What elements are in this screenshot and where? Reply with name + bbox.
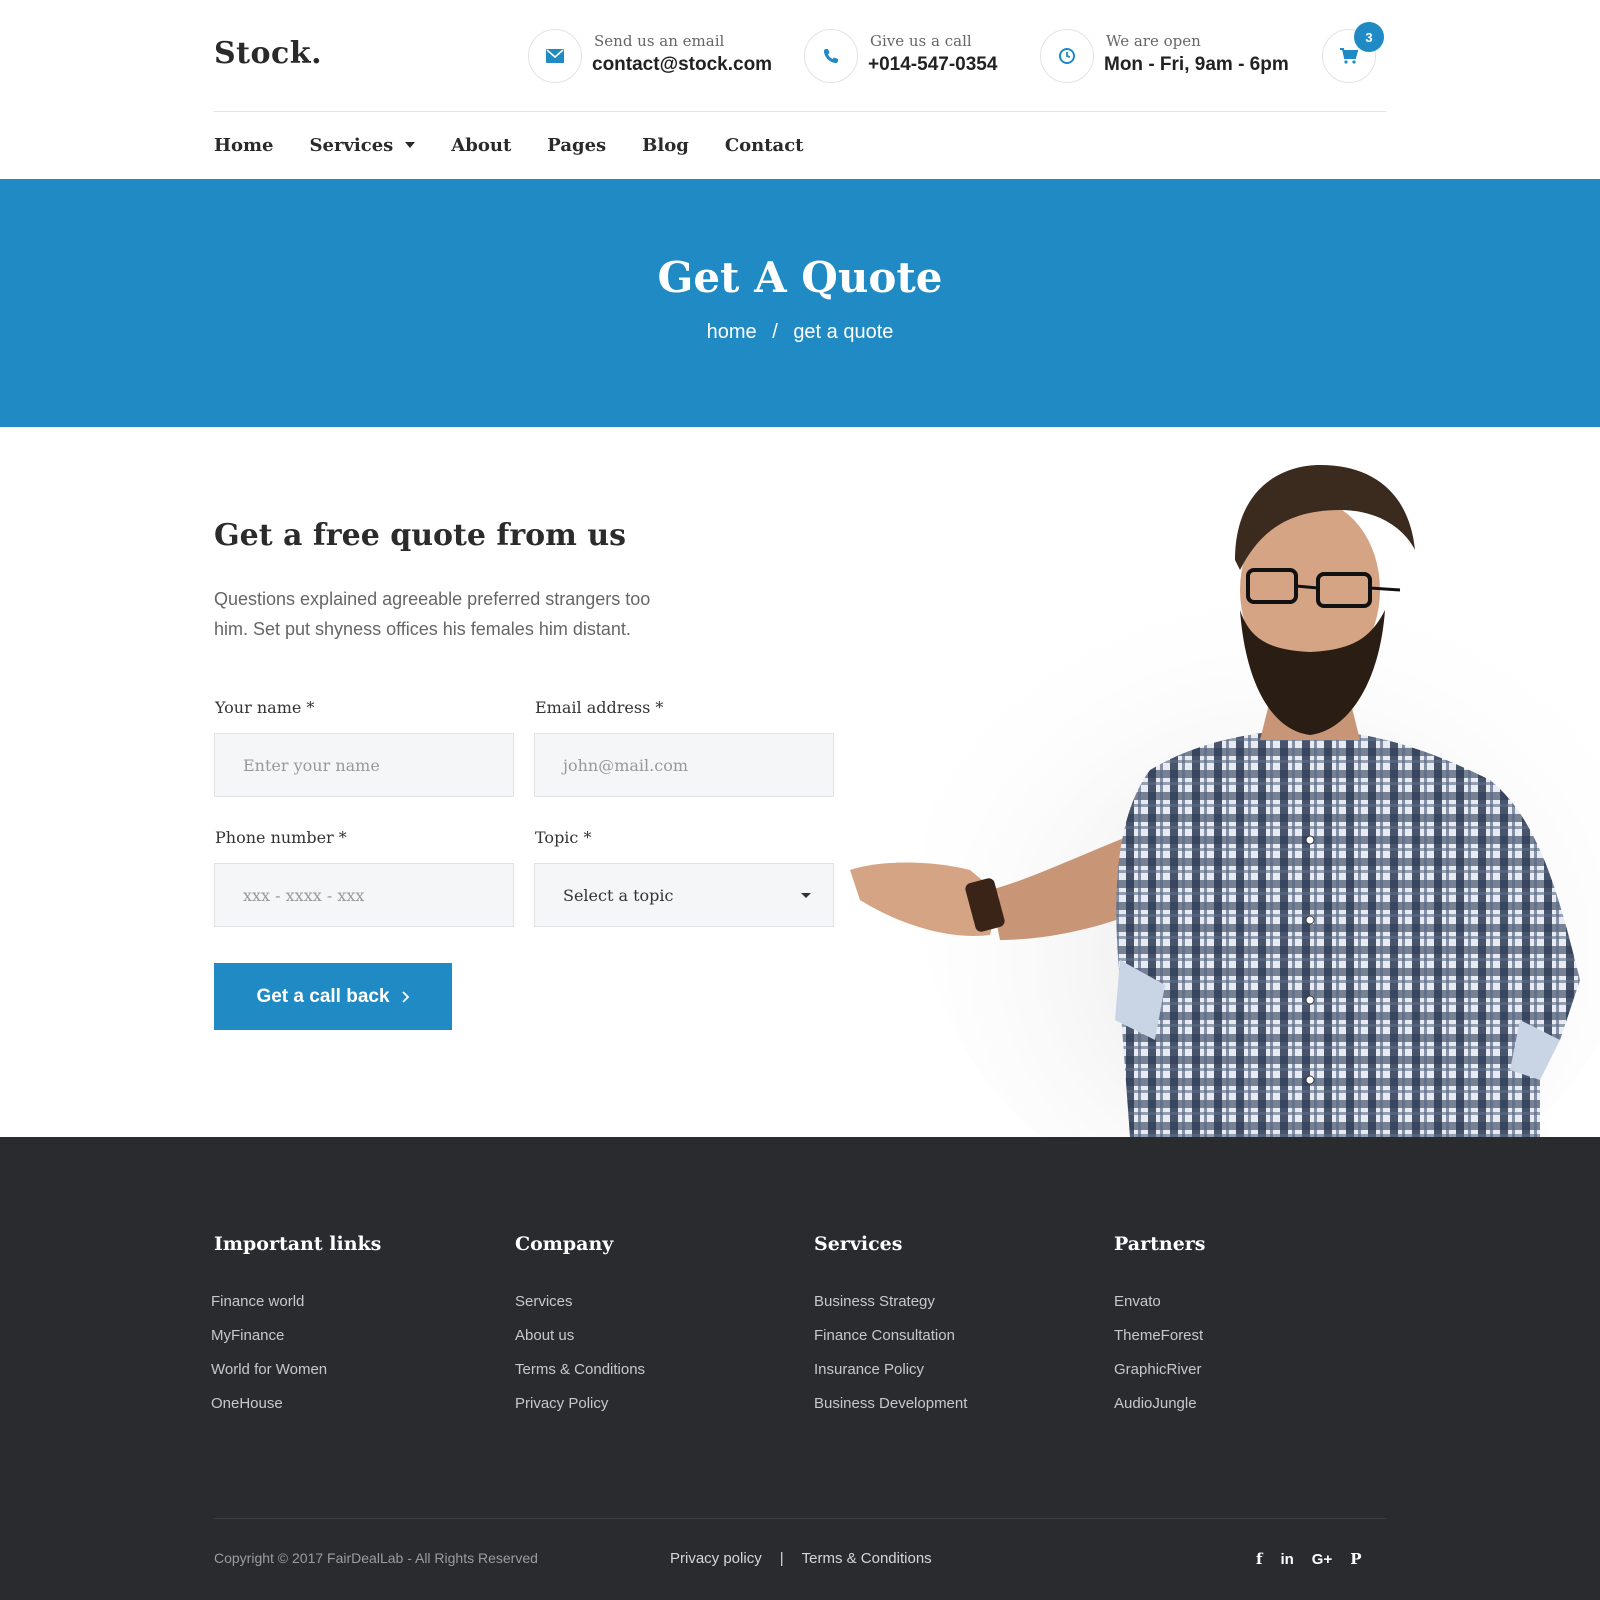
footer-link[interactable]: About us <box>515 1327 645 1345</box>
person-illustration <box>840 440 1600 1137</box>
main-nav: Home Services About Pages Blog Contact <box>214 130 839 160</box>
form-heading: Get a free quote from us <box>214 518 627 553</box>
footer-link[interactable]: GraphicRiver <box>1114 1361 1205 1379</box>
nav-blog[interactable]: Blog <box>642 130 689 160</box>
chevron-down-icon <box>801 892 811 898</box>
footer-column-important-links: Important links Finance world MyFinance … <box>211 1233 382 1429</box>
email-value[interactable]: contact@stock.com <box>592 54 772 76</box>
footer-divider <box>214 1518 1386 1519</box>
email-label: Send us an email <box>594 32 725 50</box>
phone-label: Phone number * <box>215 828 347 847</box>
get-call-back-label: Get a call back <box>256 985 390 1007</box>
phone-value[interactable]: +014-547-0354 <box>868 54 997 76</box>
footer-link[interactable]: Business Strategy <box>814 1293 967 1311</box>
breadcrumb-current: get a quote <box>793 321 894 343</box>
pinterest-icon[interactable]: P <box>1350 1550 1361 1568</box>
name-field[interactable]: Enter your name <box>214 733 514 797</box>
breadcrumb: home / get a quote <box>0 321 1600 344</box>
footer-link[interactable]: OneHouse <box>211 1395 381 1413</box>
topic-label: Topic * <box>535 828 592 847</box>
name-label: Your name * <box>215 698 315 717</box>
topic-select-value: Select a topic <box>563 885 674 905</box>
nav-about[interactable]: About <box>451 130 511 160</box>
footer-link[interactable]: Insurance Policy <box>814 1361 967 1379</box>
footer-link[interactable]: Business Development <box>814 1395 967 1413</box>
footer-column-title: Company <box>515 1233 614 1255</box>
footer-link[interactable]: World for Women <box>211 1361 381 1379</box>
get-call-back-button[interactable]: Get a call back <box>214 963 452 1030</box>
privacy-policy-link[interactable]: Privacy policy <box>670 1550 762 1567</box>
footer-link[interactable]: ThemeForest <box>1114 1327 1205 1345</box>
footer-link[interactable]: AudioJungle <box>1114 1395 1205 1413</box>
footer-link[interactable]: Services <box>515 1293 645 1311</box>
email-field[interactable]: john@mail.com <box>534 733 834 797</box>
footer-link[interactable]: Privacy Policy <box>515 1395 645 1413</box>
nav-pages[interactable]: Pages <box>547 130 606 160</box>
facebook-icon[interactable]: f <box>1256 1550 1262 1568</box>
chevron-down-icon <box>405 142 416 148</box>
footer-column-services: Services Business Strategy Finance Consu… <box>814 1233 967 1429</box>
clock-icon <box>1040 29 1094 83</box>
terms-conditions-link[interactable]: Terms & Conditions <box>802 1550 932 1567</box>
email-label: Email address * <box>535 698 664 717</box>
phone-icon <box>804 29 858 83</box>
footer-link[interactable]: Finance world <box>211 1293 381 1311</box>
site-logo[interactable]: Stock. <box>214 36 322 71</box>
breadcrumb-separator: / <box>772 321 778 343</box>
copyright-text: Copyright © 2017 FairDealLab - All Right… <box>214 1550 538 1566</box>
nav-services-label: Services <box>309 134 394 156</box>
nav-contact[interactable]: Contact <box>725 130 804 160</box>
hours-label: We are open <box>1106 32 1201 50</box>
social-links: f in G+ P <box>1256 1550 1362 1568</box>
page-hero: Get A Quote home / get a quote <box>0 179 1600 427</box>
footer-link[interactable]: MyFinance <box>211 1327 381 1345</box>
google-plus-icon[interactable]: G+ <box>1312 1551 1332 1568</box>
footer-bottom-links: Privacy policy | Terms & Conditions <box>670 1550 932 1567</box>
footer-column-title: Important links <box>214 1233 382 1255</box>
envelope-icon <box>528 29 582 83</box>
footer-link[interactable]: Finance Consultation <box>814 1327 967 1345</box>
cart-icon <box>1340 48 1358 64</box>
page-title: Get A Quote <box>657 253 943 302</box>
link-separator: | <box>779 1550 784 1567</box>
phone-field[interactable]: xxx - xxxx - xxx <box>214 863 514 927</box>
site-footer: Important links Finance world MyFinance … <box>0 1137 1600 1600</box>
linkedin-icon[interactable]: in <box>1280 1551 1293 1568</box>
footer-link[interactable]: Terms & Conditions <box>515 1361 645 1379</box>
hours-value: Mon - Fri, 9am - 6pm <box>1104 54 1289 75</box>
phone-label: Give us a call <box>870 32 972 50</box>
footer-column-partners: Partners Envato ThemeForest GraphicRiver… <box>1114 1233 1205 1429</box>
chevron-right-icon <box>401 990 409 1003</box>
nav-services[interactable]: Services <box>310 130 416 160</box>
topic-select[interactable]: Select a topic <box>534 863 834 927</box>
footer-column-title: Services <box>814 1233 903 1255</box>
site-header: Stock. Send us an email contact@stock.co… <box>214 0 1386 112</box>
footer-link[interactable]: Envato <box>1114 1293 1205 1311</box>
nav-home[interactable]: Home <box>214 130 274 160</box>
footer-column-title: Partners <box>1114 1233 1206 1255</box>
breadcrumb-home[interactable]: home <box>707 321 757 343</box>
cart-count-badge: 3 <box>1354 22 1384 52</box>
footer-column-company: Company Services About us Terms & Condit… <box>515 1233 645 1429</box>
form-description: Questions explained agreeable preferred … <box>214 589 651 639</box>
